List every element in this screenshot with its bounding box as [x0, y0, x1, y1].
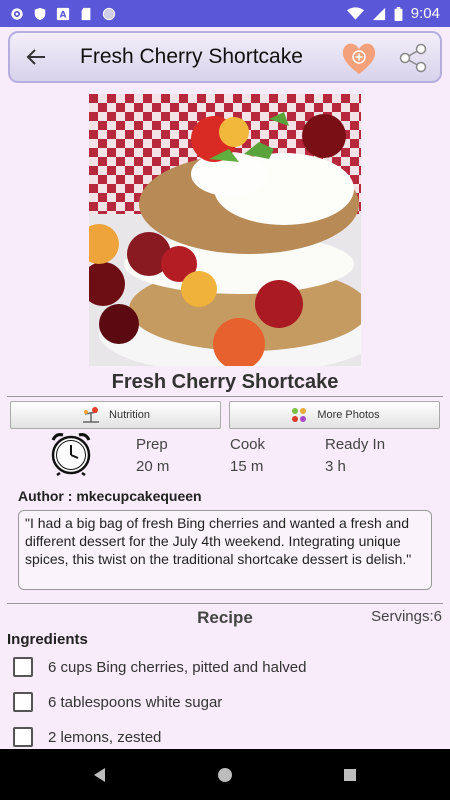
share-button[interactable]: [396, 41, 430, 75]
page-title: Fresh Cherry Shortcake: [80, 45, 303, 68]
app-bar: Fresh Cherry Shortcake: [8, 31, 442, 83]
ingredient-checkbox[interactable]: [13, 657, 33, 677]
ingredient-text: 6 cups Bing cherries, pitted and halved: [48, 658, 307, 676]
shield-icon: [34, 7, 46, 20]
recipe-photo[interactable]: [89, 94, 361, 366]
cook-label: Cook: [230, 436, 266, 453]
ingredients-heading: Ingredients: [7, 631, 88, 648]
recipe-description: "I had a big bag of fresh Bing cherries …: [18, 510, 432, 590]
sd-card-icon: [81, 7, 91, 20]
heart-plus-icon: [342, 43, 376, 74]
status-time: 9:04: [410, 5, 440, 22]
photos-fruit-icon: [292, 408, 307, 422]
nav-recents-icon[interactable]: [340, 765, 360, 785]
cook-value: 15 m: [230, 458, 264, 475]
add-favorite-button[interactable]: [340, 40, 378, 76]
signal-icon: [372, 7, 385, 20]
nutrition-button[interactable]: Nutrition: [10, 401, 221, 429]
divider: [7, 603, 443, 604]
nav-home-icon[interactable]: [215, 765, 235, 785]
prep-label: Prep: [136, 436, 168, 453]
gear-icon: [11, 7, 23, 20]
share-icon: [399, 43, 427, 73]
shortcake-image: [89, 94, 361, 366]
alarm-clock-icon: [51, 433, 91, 476]
ingredient-text: 2 lemons, zested: [48, 728, 162, 746]
text-box-icon: A: [56, 7, 70, 20]
ready-value: 3 h: [325, 458, 346, 475]
system-nav-bar: [0, 749, 450, 800]
ingredient-item: 6 tablespoons white sugar: [13, 690, 222, 714]
ingredient-checkbox[interactable]: [13, 727, 33, 747]
svg-text:A: A: [60, 10, 67, 20]
ready-time: Ready In 3 h: [325, 434, 385, 478]
nutrition-scale-icon: [83, 407, 100, 423]
author-name[interactable]: Author : mkecupcakequeen: [18, 488, 202, 504]
cook-time: Cook 15 m: [230, 434, 265, 478]
ready-label: Ready In: [325, 436, 386, 453]
more-photos-button[interactable]: More Photos: [229, 401, 440, 429]
divider: [7, 396, 443, 397]
circle-icon: [102, 7, 116, 20]
wifi-icon: [346, 6, 364, 20]
prep-value: 20 m: [136, 458, 170, 475]
back-button[interactable]: [14, 35, 58, 79]
ingredient-item: 6 cups Bing cherries, pitted and halved: [13, 655, 307, 679]
ingredient-checkbox[interactable]: [13, 692, 33, 712]
prep-time: Prep 20 m: [136, 434, 169, 478]
servings-count: Servings:6: [371, 608, 442, 625]
battery-icon: [394, 6, 403, 21]
more-photos-label: More Photos: [317, 409, 380, 421]
status-bar: A 9:04: [0, 0, 450, 27]
nav-back-icon[interactable]: [90, 765, 110, 785]
arrow-left-icon: [26, 49, 45, 65]
ingredient-item: 2 lemons, zested: [13, 725, 161, 749]
ingredient-text: 6 tablespoons white sugar: [48, 693, 223, 711]
recipe-title: Fresh Cherry Shortcake: [111, 371, 339, 393]
nutrition-label: Nutrition: [109, 409, 150, 421]
